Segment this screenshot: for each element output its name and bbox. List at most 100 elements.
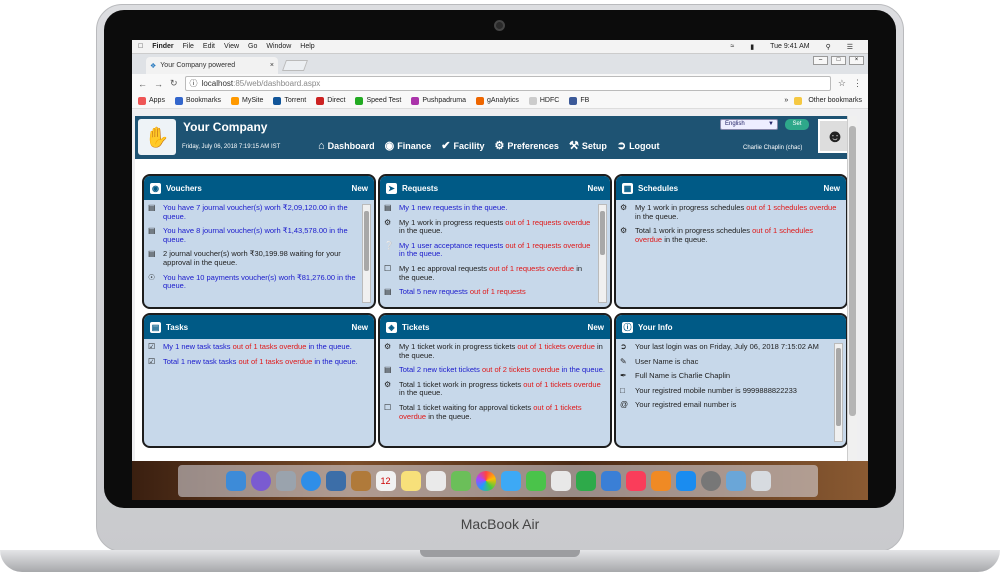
nav-preferences[interactable]: ⚙ Preferences — [495, 139, 559, 152]
new-tab-button[interactable] — [281, 60, 309, 71]
url-input[interactable]: ⓘ localhost:85/web/dashboard.aspx — [184, 76, 831, 91]
tickets-header[interactable]: ◈ Tickets New — [380, 315, 610, 339]
list-item[interactable]: ▤ You have 7 journal voucher(s) worh ₹2,0… — [148, 204, 358, 221]
list-item[interactable]: ☑ My 1 new task tasks out of 1 tasks over… — [148, 343, 370, 352]
apple-icon[interactable]:  — [138, 43, 143, 50]
nav-setup[interactable]: ⚒ Setup — [569, 139, 607, 152]
maps-icon[interactable] — [450, 471, 471, 491]
menu-edit[interactable]: Edit — [203, 43, 215, 50]
menu-help[interactable]: Help — [300, 43, 314, 50]
list-item[interactable]: ▤ 2 journal voucher(s) worh ₹30,199.98 wa… — [148, 250, 358, 267]
set-language-button[interactable]: Set — [785, 119, 809, 130]
tasks-header[interactable]: ▤ Tasks New — [144, 315, 374, 339]
list-item[interactable]: ☑ Total 1 new task tasks out of 1 tasks o… — [148, 357, 370, 367]
app-store-icon[interactable] — [675, 471, 696, 491]
list-item[interactable]: ☐ My 1 ec approval requests out of 1 requ… — [384, 264, 594, 282]
page-scrollbar[interactable] — [847, 116, 857, 461]
page-scroll-thumb[interactable] — [849, 126, 856, 416]
contacts-icon[interactable] — [350, 471, 371, 491]
new-link[interactable]: New — [588, 184, 604, 193]
new-link[interactable]: New — [352, 184, 368, 193]
browser-tab[interactable]: ❖ Your Company powered × — [146, 57, 278, 74]
wifi-icon[interactable]: ≈ — [730, 43, 734, 51]
menu-finder[interactable]: Finder — [152, 43, 173, 50]
menu-window[interactable]: Window — [266, 43, 291, 50]
reminders-icon[interactable] — [425, 471, 446, 491]
mail-icon[interactable] — [325, 471, 346, 491]
scroll-thumb[interactable] — [600, 211, 605, 255]
photos-icon[interactable] — [475, 471, 496, 491]
books-icon[interactable] — [650, 471, 671, 491]
other-bookmarks[interactable]: » Other bookmarks — [784, 96, 862, 105]
messages-icon[interactable] — [500, 471, 521, 491]
bookmark-fb[interactable]: FB — [569, 96, 589, 105]
launchpad-icon[interactable] — [275, 471, 296, 491]
battery-icon[interactable]: ▮ — [750, 43, 754, 51]
menu-go[interactable]: Go — [248, 43, 257, 50]
requests-header[interactable]: ➤ Requests New — [380, 176, 610, 200]
list-item[interactable]: ⚙ My 1 work in progress schedules out of … — [620, 204, 842, 221]
trash-icon[interactable] — [750, 471, 771, 491]
vouchers-scrollbar[interactable] — [362, 204, 371, 303]
system-preferences-icon[interactable] — [700, 471, 721, 491]
company-logo-icon[interactable]: ✋ — [138, 119, 176, 155]
list-item[interactable]: ▤ Total 5 new requests out of 1 requests — [384, 287, 594, 297]
list-item[interactable]: ⚙ My 1 ticket work in progress tickets ou… — [384, 343, 606, 360]
menubar-clock[interactable]: Tue 9:41 AM — [770, 43, 809, 51]
bookmark-hdfc[interactable]: HDFC — [528, 96, 559, 105]
kebab-menu-icon[interactable]: ⋮ — [853, 78, 862, 89]
star-icon[interactable]: ☆ — [838, 78, 846, 89]
maximize-button[interactable]: □ — [831, 56, 846, 65]
bookmark-direct[interactable]: Direct — [316, 96, 345, 105]
siri-icon[interactable] — [250, 471, 271, 491]
search-icon[interactable]: ⚲ — [826, 43, 831, 51]
close-window-button[interactable]: × — [849, 56, 864, 65]
bookmark-ganalytics[interactable]: gAnalytics — [475, 96, 519, 105]
calendar-icon[interactable]: 12 — [375, 471, 396, 491]
keynote-icon[interactable] — [600, 471, 621, 491]
new-link[interactable]: New — [588, 323, 604, 332]
notes-icon[interactable] — [400, 471, 421, 491]
preview-icon[interactable] — [550, 471, 571, 491]
language-select[interactable]: English ▼ — [720, 119, 778, 130]
minimize-button[interactable]: – — [813, 56, 828, 65]
list-item[interactable]: ❔ My 1 user acceptance requests out of 1 … — [384, 241, 594, 259]
vouchers-header[interactable]: ◉ Vouchers New — [144, 176, 374, 200]
list-item[interactable]: ☉ You have 10 payments voucher(s) worh ₹8… — [148, 273, 358, 291]
list-item[interactable]: ⚙ Total 1 ticket work in progress tickets… — [384, 380, 606, 398]
bookmark-speedtest[interactable]: Speed Test — [355, 96, 401, 105]
downloads-folder-icon[interactable] — [725, 471, 746, 491]
menu-file[interactable]: File — [183, 43, 194, 50]
list-item[interactable]: ▤ My 1 new requests in the queue. — [384, 204, 594, 213]
nav-facility[interactable]: ✔ Facility — [441, 139, 484, 152]
your-info-scrollbar[interactable] — [834, 343, 843, 442]
bookmark-torrent[interactable]: Torrent — [273, 96, 306, 105]
nav-finance[interactable]: ◉ Finance — [385, 139, 432, 152]
bookmark-mysite[interactable]: MySite — [230, 96, 263, 105]
scroll-thumb[interactable] — [364, 211, 369, 271]
your-info-header[interactable]: ⓘ Your Info — [616, 315, 846, 339]
nav-dashboard[interactable]: ⌂ Dashboard — [318, 139, 375, 152]
finder-icon[interactable] — [225, 471, 246, 491]
list-item[interactable]: ☐ Total 1 ticket waiting for approval tic… — [384, 403, 606, 421]
list-item[interactable]: ▤ Total 2 new ticket tickets out of 2 tic… — [384, 365, 606, 375]
bookmark-apps[interactable]: Apps — [138, 96, 165, 105]
reload-icon[interactable]: ↻ — [170, 78, 178, 89]
nav-logout[interactable]: ➲ Logout — [617, 139, 660, 152]
scroll-thumb[interactable] — [836, 348, 841, 426]
back-icon[interactable]: ← — [138, 79, 147, 89]
forward-icon[interactable]: → — [154, 79, 163, 89]
safari-icon[interactable] — [300, 471, 321, 491]
list-item[interactable]: ▤ You have 8 journal voucher(s) worh ₹1,4… — [148, 226, 358, 244]
list-item[interactable]: ⚙ Total 1 work in progress schedules out … — [620, 226, 842, 244]
facetime-icon[interactable] — [525, 471, 546, 491]
new-link[interactable]: New — [824, 184, 840, 193]
new-link[interactable]: New — [352, 323, 368, 332]
list-item[interactable]: ⚙ My 1 work in progress requests out of 1… — [384, 218, 594, 236]
requests-scrollbar[interactable] — [598, 204, 607, 303]
bookmark-pushpadruma[interactable]: Pushpadruma — [411, 96, 466, 105]
schedules-header[interactable]: ▦ Schedules New — [616, 176, 846, 200]
menu-view[interactable]: View — [224, 43, 239, 50]
close-tab-icon[interactable]: × — [270, 62, 274, 69]
numbers-icon[interactable] — [575, 471, 596, 491]
